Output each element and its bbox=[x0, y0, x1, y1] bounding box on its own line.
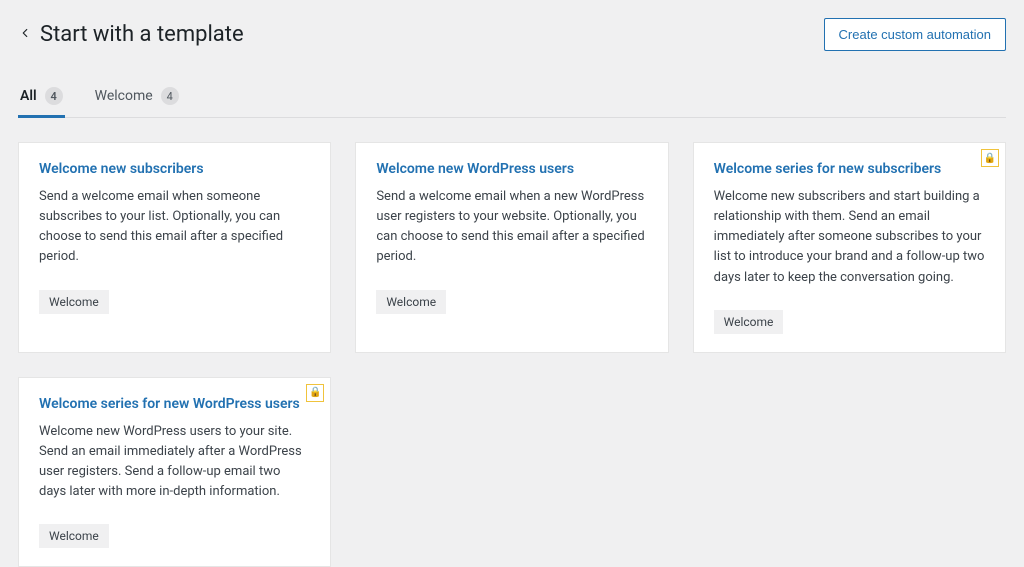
card-title[interactable]: Welcome new subscribers bbox=[39, 161, 310, 177]
back-icon[interactable] bbox=[18, 26, 32, 44]
card-tag: Welcome bbox=[39, 290, 109, 314]
lock-icon: 🔒 bbox=[981, 149, 999, 167]
page-title: Start with a template bbox=[40, 22, 244, 47]
template-card[interactable]: Welcome new subscribers Send a welcome e… bbox=[18, 142, 331, 353]
tab-label: All bbox=[20, 88, 37, 104]
tab-count-badge: 4 bbox=[161, 87, 179, 105]
card-description: Welcome new WordPress users to your site… bbox=[39, 422, 310, 503]
tab-label: Welcome bbox=[95, 88, 153, 104]
card-title[interactable]: Welcome series for new subscribers bbox=[714, 161, 985, 177]
template-card[interactable]: 🔒 Welcome series for new subscribers Wel… bbox=[693, 142, 1006, 353]
lock-icon: 🔒 bbox=[306, 384, 324, 402]
template-card[interactable]: 🔒 Welcome series for new WordPress users… bbox=[18, 377, 331, 567]
card-tag: Welcome bbox=[39, 524, 109, 548]
card-title[interactable]: Welcome new WordPress users bbox=[376, 161, 647, 177]
card-description: Send a welcome email when someone subscr… bbox=[39, 187, 310, 268]
card-description: Send a welcome email when a new WordPres… bbox=[376, 187, 647, 268]
tab-welcome[interactable]: Welcome 4 bbox=[93, 79, 181, 118]
header-row: Start with a template Create custom auto… bbox=[18, 18, 1006, 51]
card-tag: Welcome bbox=[714, 310, 784, 334]
card-title[interactable]: Welcome series for new WordPress users bbox=[39, 396, 310, 412]
create-automation-button[interactable]: Create custom automation bbox=[824, 18, 1006, 51]
template-grid: Welcome new subscribers Send a welcome e… bbox=[18, 142, 1006, 567]
tab-count-badge: 4 bbox=[45, 87, 63, 105]
tab-all[interactable]: All 4 bbox=[18, 79, 65, 118]
card-description: Welcome new subscribers and start buildi… bbox=[714, 187, 985, 288]
tabs: All 4 Welcome 4 bbox=[18, 79, 1006, 118]
header-left: Start with a template bbox=[18, 22, 244, 47]
card-tag: Welcome bbox=[376, 290, 446, 314]
template-card[interactable]: Welcome new WordPress users Send a welco… bbox=[355, 142, 668, 353]
